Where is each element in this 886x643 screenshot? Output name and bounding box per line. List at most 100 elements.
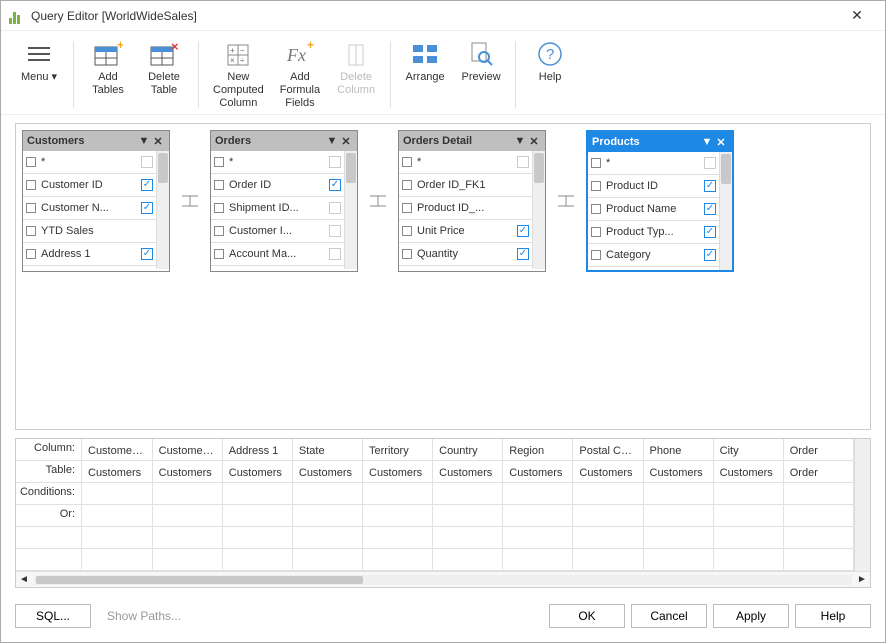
grid-cell[interactable]: State: [292, 439, 362, 461]
grid-cell[interactable]: Phone: [643, 439, 713, 461]
scroll-left-icon[interactable]: ◄: [16, 574, 32, 585]
sql-button[interactable]: SQL...: [15, 604, 91, 628]
row-selector[interactable]: [26, 180, 36, 190]
arrange-button[interactable]: Arrange: [401, 37, 449, 112]
field-row[interactable]: Account Ma...: [211, 243, 344, 266]
checkbox[interactable]: ✓: [141, 179, 153, 191]
field-row[interactable]: Shipment ID...: [211, 197, 344, 220]
grid-cell[interactable]: [292, 527, 362, 549]
grid-cell[interactable]: [503, 483, 573, 505]
grid-cell[interactable]: Customers: [503, 461, 573, 483]
close-icon[interactable]: ✕: [527, 135, 541, 148]
grid-cell[interactable]: [222, 483, 292, 505]
table-scrollbar[interactable]: [533, 151, 545, 269]
grid-cell[interactable]: Customers: [433, 461, 503, 483]
grid-columns[interactable]: Customer IDCustomer N...Address 1StateTe…: [82, 439, 854, 572]
table-scrollbar[interactable]: [720, 152, 732, 270]
new-computed-column-button[interactable]: +−×÷ New Computed Column: [209, 37, 268, 112]
field-row[interactable]: Product ID_...: [399, 197, 532, 220]
grid-cell[interactable]: [292, 549, 362, 571]
grid-cell[interactable]: [783, 483, 853, 505]
grid-hscroll[interactable]: ◄ ►: [16, 571, 870, 587]
table-scrollbar[interactable]: [157, 151, 169, 269]
field-row[interactable]: *: [23, 151, 156, 174]
field-row[interactable]: YTD Sales: [23, 220, 156, 243]
checkbox[interactable]: [517, 156, 529, 168]
grid-cell[interactable]: Customers: [643, 461, 713, 483]
field-row[interactable]: Order ID_FK1: [399, 174, 532, 197]
grid-cell[interactable]: [222, 505, 292, 527]
row-selector[interactable]: [591, 158, 601, 168]
field-row[interactable]: Product Typ...✓: [588, 221, 719, 244]
grid-cell[interactable]: Customers: [82, 461, 152, 483]
grid-cell[interactable]: Customers: [152, 461, 222, 483]
field-row[interactable]: Address 1✓: [23, 243, 156, 266]
grid-cell[interactable]: Customers: [573, 461, 643, 483]
grid-cell[interactable]: [573, 527, 643, 549]
help-button[interactable]: Help: [795, 604, 871, 628]
grid-cell[interactable]: [573, 549, 643, 571]
grid-cell[interactable]: [783, 505, 853, 527]
window-close-button[interactable]: ✕: [837, 7, 877, 24]
grid-vscroll[interactable]: [854, 439, 870, 572]
checkbox[interactable]: ✓: [141, 248, 153, 260]
grid-cell[interactable]: [152, 549, 222, 571]
row-selector[interactable]: [591, 227, 601, 237]
grid-cell[interactable]: Country: [433, 439, 503, 461]
row-selector[interactable]: [214, 203, 224, 213]
help-toolbar-button[interactable]: ? Help: [526, 37, 574, 112]
row-selector[interactable]: [591, 181, 601, 191]
preview-button[interactable]: Preview: [457, 37, 505, 112]
grid-cell[interactable]: [152, 505, 222, 527]
grid-cell[interactable]: Customers: [222, 461, 292, 483]
checkbox[interactable]: ✓: [329, 179, 341, 191]
grid-cell[interactable]: [363, 505, 433, 527]
grid-cell[interactable]: [363, 527, 433, 549]
row-selector[interactable]: [402, 180, 412, 190]
field-row[interactable]: Customer N...✓: [23, 197, 156, 220]
ok-button[interactable]: OK: [549, 604, 625, 628]
grid-cell[interactable]: [152, 483, 222, 505]
grid-cell[interactable]: [82, 527, 152, 549]
grid-cell[interactable]: [152, 527, 222, 549]
filter-icon[interactable]: ▼: [513, 135, 527, 147]
checkbox[interactable]: ✓: [704, 226, 716, 238]
filter-icon[interactable]: ▼: [137, 135, 151, 147]
checkbox[interactable]: [704, 157, 716, 169]
cancel-button[interactable]: Cancel: [631, 604, 707, 628]
field-row[interactable]: Customer ID✓: [23, 174, 156, 197]
field-row[interactable]: Unit Price✓: [399, 220, 532, 243]
close-icon[interactable]: ✕: [151, 135, 165, 148]
field-row[interactable]: Product Name✓: [588, 198, 719, 221]
checkbox[interactable]: ✓: [517, 248, 529, 260]
grid-cell[interactable]: Territory: [363, 439, 433, 461]
grid-cell[interactable]: [433, 483, 503, 505]
grid-cell[interactable]: [433, 527, 503, 549]
checkbox[interactable]: [329, 202, 341, 214]
grid-cell[interactable]: [82, 483, 152, 505]
checkbox[interactable]: [329, 248, 341, 260]
grid-cell[interactable]: Order: [783, 461, 853, 483]
grid-cell[interactable]: Customers: [363, 461, 433, 483]
grid-cell[interactable]: [713, 549, 783, 571]
row-selector[interactable]: [402, 203, 412, 213]
checkbox[interactable]: [329, 156, 341, 168]
grid-cell[interactable]: [433, 549, 503, 571]
row-selector[interactable]: [591, 250, 601, 260]
field-row[interactable]: *: [399, 151, 532, 174]
menu-button[interactable]: Menu ▾: [15, 37, 63, 112]
add-tables-button[interactable]: + Add Tables: [84, 37, 132, 112]
field-row[interactable]: *: [211, 151, 344, 174]
grid-cell[interactable]: [783, 527, 853, 549]
grid-cell[interactable]: Customers: [292, 461, 362, 483]
row-selector[interactable]: [402, 157, 412, 167]
table-products[interactable]: Products▼✕*Product ID✓Product Name✓Produ…: [586, 130, 734, 272]
grid-cell[interactable]: Address 1: [222, 439, 292, 461]
row-selector[interactable]: [26, 203, 36, 213]
grid-cell[interactable]: [713, 527, 783, 549]
field-row[interactable]: Customer I...: [211, 220, 344, 243]
checkbox[interactable]: ✓: [704, 249, 716, 261]
grid-cell[interactable]: Customer N...: [152, 439, 222, 461]
grid-cell[interactable]: Customers: [713, 461, 783, 483]
field-row[interactable]: Product ID✓: [588, 175, 719, 198]
